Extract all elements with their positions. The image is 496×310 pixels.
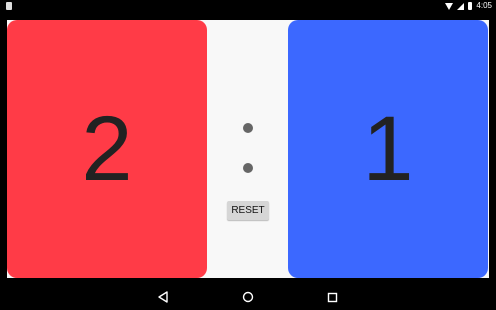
status-clock: 4:05 [476, 1, 492, 10]
notification-icon [6, 2, 12, 10]
device-screen: 4:05 2 RESET 1 [0, 0, 496, 310]
back-button[interactable] [157, 291, 169, 303]
home-button[interactable] [242, 291, 254, 303]
status-icons: 4:05 [445, 1, 492, 11]
right-score-value: 1 [362, 98, 414, 200]
separator-dot-top [243, 123, 253, 133]
recents-button[interactable] [326, 291, 338, 303]
scoreboard-app: 2 RESET 1 [7, 20, 489, 278]
battery-icon [468, 2, 473, 10]
navigation-bar [0, 284, 496, 310]
back-icon [158, 291, 168, 303]
wifi-icon [445, 2, 454, 10]
separator-dot-bottom [243, 163, 253, 173]
reset-button[interactable]: RESET [227, 201, 269, 220]
signal-icon [457, 2, 465, 10]
home-icon [242, 291, 254, 303]
status-bar: 4:05 [0, 0, 496, 12]
right-score-panel[interactable]: 1 [288, 20, 488, 278]
left-score-value: 2 [81, 98, 133, 200]
left-score-panel[interactable]: 2 [7, 20, 207, 278]
recents-icon [327, 292, 337, 302]
